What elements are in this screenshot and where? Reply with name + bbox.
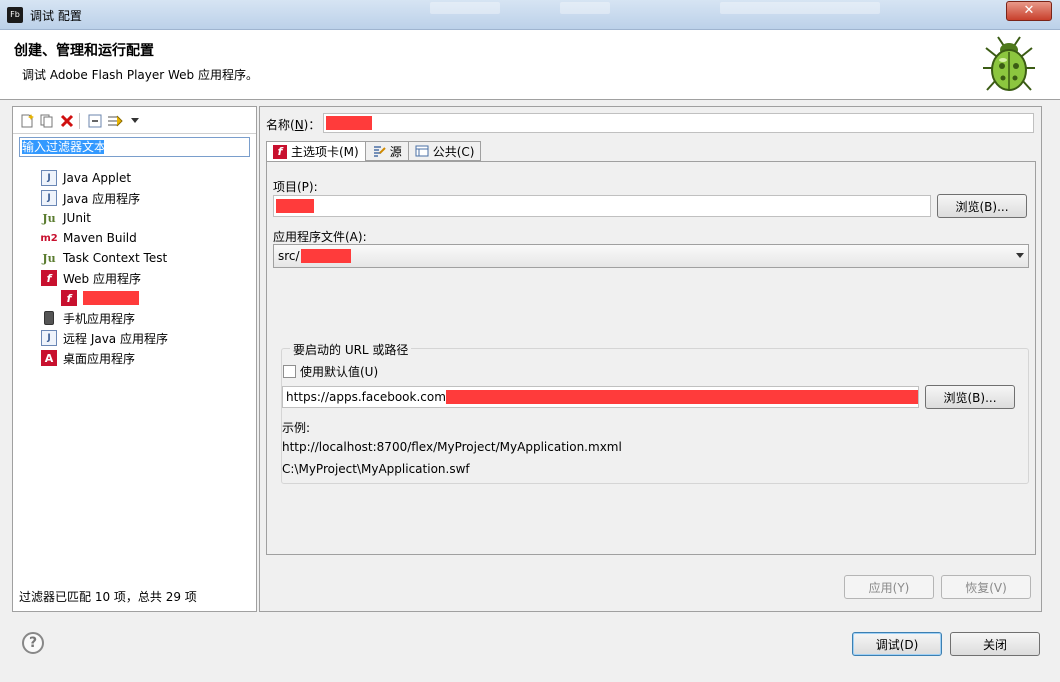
url-value: https://apps.facebook.com/ [286, 390, 450, 404]
air-icon: A [41, 350, 57, 366]
tree-item-label: Maven Build [63, 231, 137, 245]
bug-icon [983, 36, 1035, 91]
config-toolbar [19, 111, 143, 131]
use-default-checkbox[interactable] [283, 365, 296, 378]
window-close-button[interactable]: ✕ [1006, 1, 1052, 21]
apply-button[interactable]: 应用(Y) [844, 575, 934, 599]
background-ghost [560, 2, 610, 14]
name-field[interactable] [323, 113, 1034, 133]
redacted-url [446, 390, 918, 404]
title-bar: Fb 调试 配置 ✕ [0, 0, 1060, 30]
example-url: http://localhost:8700/flex/MyProject/MyA… [282, 440, 622, 454]
tab-main[interactable]: f 主选项卡(M) [266, 141, 366, 162]
tree-item-web-app[interactable]: f Web 应用程序 [41, 269, 141, 287]
url-group-title: 要启动的 URL 或路径 [290, 341, 412, 358]
filter-text: 输入过滤器文本 [22, 140, 107, 154]
tree-item-web-app-config[interactable]: f [61, 289, 139, 307]
browse-url-button[interactable]: 浏览(B)... [925, 385, 1015, 409]
java-app-icon: J [41, 190, 57, 206]
tab-common[interactable]: 公共(C) [408, 141, 482, 161]
filter-input[interactable]: 输入过滤器文本 [19, 137, 250, 157]
junit-icon: Ju [42, 211, 56, 225]
revert-button[interactable]: 恢复(V) [941, 575, 1031, 599]
redacted-project [276, 199, 314, 213]
redacted-config-name [83, 291, 139, 305]
tree-item-java-applet[interactable]: J Java Applet [41, 169, 131, 187]
name-label: 名称(N)： [266, 118, 321, 132]
tree-item-label: Web 应用程序 [63, 271, 141, 286]
source-icon [372, 144, 386, 158]
app-icon: Fb [7, 7, 23, 23]
main-tab-pane: 项目(P): 浏览(B)... 应用程序文件(A): src/ 要启动的 URL… [266, 161, 1036, 555]
flash-icon: f [61, 290, 77, 306]
redacted-app-file [300, 249, 351, 263]
help-icon[interactable]: ? [22, 632, 44, 654]
tree-item-task-context-test[interactable]: Ju Task Context Test [41, 249, 167, 267]
tab-label: 源 [389, 144, 402, 159]
app-file-select[interactable]: src/ [273, 244, 1029, 268]
url-field[interactable]: https://apps.facebook.com/ [282, 386, 919, 408]
app-file-label: 应用程序文件(A): [273, 230, 367, 244]
maven-icon: m2 [40, 232, 58, 244]
tab-source[interactable]: 源 [365, 141, 409, 161]
duplicate-icon[interactable] [39, 113, 55, 129]
tab-label: 公共(C) [432, 144, 475, 159]
remote-java-icon: J [41, 330, 57, 346]
common-icon [415, 144, 429, 158]
tree-item-label: 手机应用程序 [63, 311, 136, 326]
tree-item-label: JUnit [63, 211, 91, 225]
browse-project-button[interactable]: 浏览(B)... [937, 194, 1027, 218]
flash-icon: f [41, 270, 57, 286]
background-ghost [430, 2, 500, 14]
project-label: 项目(P): [273, 180, 318, 194]
window-title: 调试 配置 [30, 9, 82, 23]
tree-item-remote-java[interactable]: J 远程 Java 应用程序 [41, 329, 168, 347]
tab-label: 主选项卡(M) [291, 145, 359, 159]
app-file-value: src/ [278, 249, 351, 263]
task-context-icon: Ju [42, 251, 56, 265]
close-button[interactable]: 关闭 [950, 632, 1040, 656]
tree-item-label: Task Context Test [63, 251, 168, 265]
debug-button[interactable]: 调试(D) [852, 632, 942, 656]
tree-item-junit[interactable]: Ju JUnit [41, 209, 91, 227]
tree-item-label: 远程 Java 应用程序 [63, 331, 168, 346]
delete-icon[interactable] [59, 113, 75, 129]
example-path: C:\MyProject\MyApplication.swf [282, 462, 470, 476]
config-editor-panel: 名称(N)： f 主选项卡(M) 源 公共(C) 项目(P): 浏览(B)...… [259, 106, 1042, 612]
tree-item-label: 桌面应用程序 [63, 351, 136, 366]
flash-icon: f [273, 144, 287, 159]
tree-item-java-app[interactable]: J Java 应用程序 [41, 189, 140, 207]
dropdown-arrow-icon[interactable] [127, 113, 143, 129]
config-list-panel: 输入过滤器文本 J Java Applet J Java 应用程序 Ju JUn… [12, 106, 257, 612]
url-group: 要启动的 URL 或路径 使用默认值(U) https://apps.faceb… [281, 341, 1029, 484]
tree-item-mobile-app[interactable]: 手机应用程序 [41, 309, 135, 327]
tree-item-maven-build[interactable]: m2 Maven Build [40, 229, 137, 247]
redacted-name [326, 116, 372, 130]
java-applet-icon: J [41, 170, 57, 186]
dialog-title: 创建、管理和运行配置 [14, 43, 154, 59]
new-config-icon[interactable] [19, 113, 35, 129]
filter-status: 过滤器已匹配 10 项，总共 29 项 [19, 590, 197, 604]
dialog-subtitle: 调试 Adobe Flash Player Web 应用程序。 [22, 68, 258, 82]
toolbar-separator [79, 113, 83, 129]
project-field[interactable] [273, 195, 931, 217]
phone-icon [44, 311, 54, 325]
toolbar-divider [13, 133, 256, 134]
example-label: 示例: [282, 421, 311, 435]
tree-item-label: Java Applet [63, 171, 132, 185]
tree-item-label: Java 应用程序 [63, 191, 141, 206]
chevron-down-icon [1016, 253, 1024, 258]
use-default-label: 使用默认值(U) [300, 365, 379, 379]
filter-icon[interactable] [107, 113, 123, 129]
dialog-header: 创建、管理和运行配置 调试 Adobe Flash Player Web 应用程… [0, 30, 1060, 100]
collapse-all-icon[interactable] [87, 113, 103, 129]
dialog-client: 输入过滤器文本 J Java Applet J Java 应用程序 Ju JUn… [0, 100, 1060, 682]
tab-bar: f 主选项卡(M) 源 公共(C) [266, 141, 482, 162]
background-ghost [720, 2, 880, 14]
tree-item-desktop-app[interactable]: A 桌面应用程序 [41, 349, 135, 367]
